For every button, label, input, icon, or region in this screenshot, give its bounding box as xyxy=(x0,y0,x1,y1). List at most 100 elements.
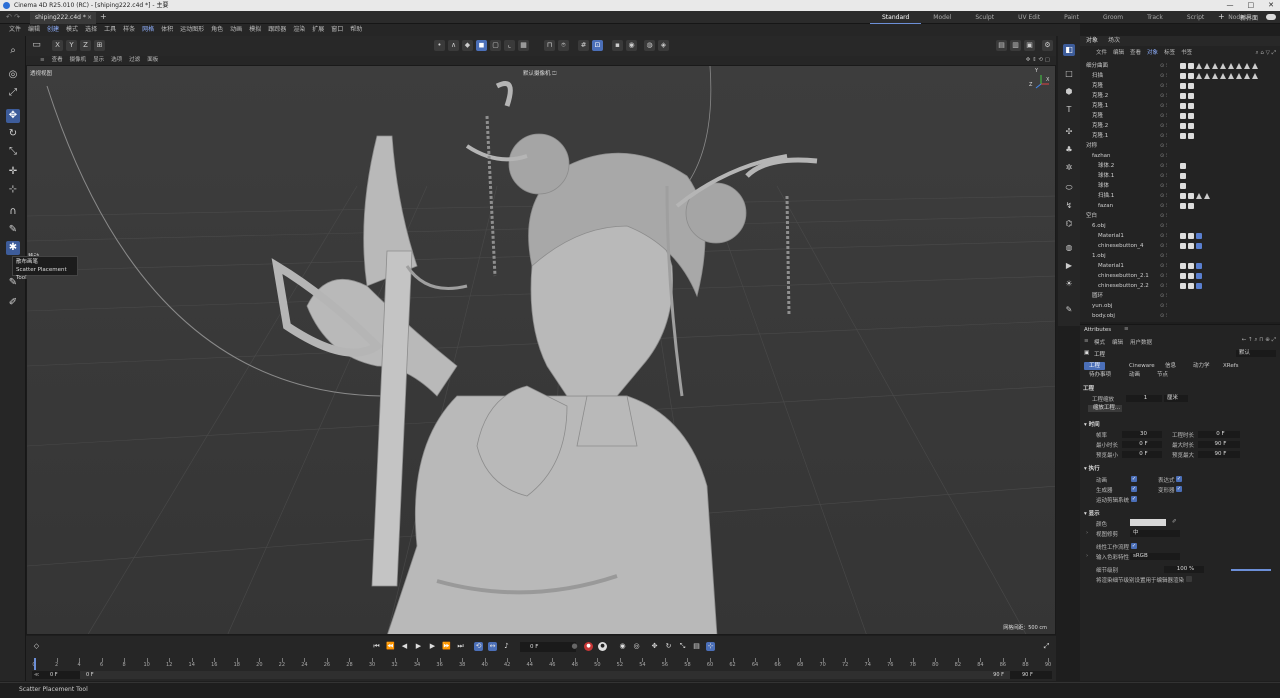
attr-menu-userdata[interactable]: 用户数据 xyxy=(1130,338,1152,346)
object-row[interactable]: chinesebutton_2.1 ⊙ ⁝ xyxy=(1080,271,1280,281)
tag-icon[interactable] xyxy=(1180,93,1186,99)
snap-icon[interactable]: ⌾ xyxy=(558,40,569,51)
mograph-cloner-icon[interactable]: ♣ xyxy=(1063,144,1075,156)
tag-icon[interactable] xyxy=(1196,233,1202,239)
rotation-key-icon[interactable]: ↻ xyxy=(664,642,673,651)
section-execution[interactable]: ▾ 执行 xyxy=(1084,464,1100,472)
visibility-dots-icon[interactable]: ⊙ ⁝ xyxy=(1160,221,1167,231)
tag-icon[interactable] xyxy=(1180,103,1186,109)
uv-mode-icon[interactable]: ⌞ xyxy=(504,40,515,51)
detail-level-slider[interactable] xyxy=(1231,569,1271,571)
visibility-dots-icon[interactable]: ⊙ ⁝ xyxy=(1160,61,1167,71)
tag-icon[interactable] xyxy=(1188,73,1194,79)
visibility-dots-icon[interactable]: ⊙ ⁝ xyxy=(1160,191,1167,201)
object-row[interactable]: 圆环 ⊙ ⁝ xyxy=(1080,291,1280,301)
attr-tab-dynamics[interactable]: 动力学 xyxy=(1188,362,1215,370)
brush-tool-icon[interactable]: ✎ xyxy=(6,223,20,237)
tab-objects[interactable]: 对象 xyxy=(1086,36,1098,46)
next-frame-icon[interactable]: ▶ xyxy=(428,642,437,651)
object-row[interactable]: yun.obj ⊙ ⁝ xyxy=(1080,301,1280,311)
menu-window[interactable]: 窗口 xyxy=(331,24,343,36)
viewport-menu-options[interactable]: 选项 xyxy=(111,56,122,65)
search-icon[interactable]: ⌕ xyxy=(6,44,20,58)
tag-icon[interactable] xyxy=(1188,83,1194,89)
layout-tab-script[interactable]: Script xyxy=(1175,11,1216,24)
visibility-dots-icon[interactable]: ⊙ ⁝ xyxy=(1160,161,1167,171)
axis-z-toggle[interactable]: Z xyxy=(80,40,91,51)
timeline-ruler[interactable]: 0246810121416182022242628303234363840424… xyxy=(32,658,1052,670)
render-picture-icon[interactable]: ▤ xyxy=(996,40,1007,51)
keyframe-diamond-icon[interactable]: ◇ xyxy=(32,642,41,651)
object-row[interactable]: body.obj ⊙ ⁝ xyxy=(1080,311,1280,319)
tag-icon[interactable] xyxy=(1180,243,1186,249)
animation-checkbox[interactable]: ✓ xyxy=(1131,476,1137,482)
project-length-field[interactable]: 0 F xyxy=(1198,431,1240,438)
visibility-dots-icon[interactable]: ⊙ ⁝ xyxy=(1160,171,1167,181)
keyframe-settings-icon[interactable]: ◎ xyxy=(632,642,641,651)
param-key-icon[interactable]: ▤ xyxy=(692,642,701,651)
tag-icon[interactable] xyxy=(1180,83,1186,89)
object-row[interactable]: Material1 ⊙ ⁝ xyxy=(1080,261,1280,271)
visibility-dots-icon[interactable]: ⊙ ⁝ xyxy=(1160,101,1167,111)
attr-tab-todo[interactable]: 待办事项 xyxy=(1084,371,1116,379)
goto-end-icon[interactable]: ⏭ xyxy=(456,642,465,651)
object-row[interactable]: 空白 ⊙ ⁝ xyxy=(1080,211,1280,221)
visibility-dots-icon[interactable]: ⊙ ⁝ xyxy=(1160,121,1167,131)
visibility-dots-icon[interactable]: ⊙ ⁝ xyxy=(1160,181,1167,191)
attr-preset-dropdown[interactable]: 默认 xyxy=(1236,350,1276,357)
tag-icon[interactable] xyxy=(1180,123,1186,129)
transform-tool-icon[interactable]: ✛ xyxy=(6,165,20,179)
tag-icon[interactable] xyxy=(1188,93,1194,99)
object-row[interactable]: 克隆 ⊙ ⁝ xyxy=(1080,111,1280,121)
object-row[interactable]: fazhan ⊙ ⁝ xyxy=(1080,151,1280,161)
attributes-menu-icon[interactable]: ≡ xyxy=(1124,326,1129,332)
tag-triangle-icon[interactable] xyxy=(1220,63,1226,69)
visibility-dots-icon[interactable]: ⊙ ⁝ xyxy=(1160,141,1167,151)
eyedropper-icon[interactable]: ✐ xyxy=(1172,519,1177,525)
tag-triangle-icon[interactable] xyxy=(1236,63,1242,69)
point-level-anim-icon[interactable]: ⊹ xyxy=(706,642,715,651)
quantize-icon[interactable]: ⊡ xyxy=(592,40,603,51)
camera-label[interactable]: 默认摄像机 ⏍ xyxy=(523,69,556,78)
tag-triangle-icon[interactable] xyxy=(1196,63,1202,69)
preview-range-icon[interactable]: ↔ xyxy=(488,642,497,651)
generator-icon[interactable]: ✣ xyxy=(1063,126,1075,138)
tag-icon[interactable] xyxy=(1196,273,1202,279)
minimize-button[interactable]: — xyxy=(1227,0,1234,11)
layout-tab-sculpt[interactable]: Sculpt xyxy=(963,11,1006,24)
object-row[interactable]: 1.obj ⊙ ⁝ xyxy=(1080,251,1280,261)
visibility-dots-icon[interactable]: ⊙ ⁝ xyxy=(1160,71,1167,81)
object-row[interactable]: 球体.1 ⊙ ⁝ xyxy=(1080,171,1280,181)
attr-tab-xrefs[interactable]: XRefs xyxy=(1218,362,1244,370)
tag-icon[interactable] xyxy=(1188,63,1194,69)
play-icon[interactable]: ▶ xyxy=(414,642,423,651)
layout-tab-model[interactable]: Model xyxy=(921,11,963,24)
tag-icon[interactable] xyxy=(1188,123,1194,129)
tag-icon[interactable] xyxy=(1180,63,1186,69)
menu-help[interactable]: 帮助 xyxy=(350,24,362,36)
scale-key-icon[interactable]: ⤡ xyxy=(678,642,687,651)
scatter-placement-icon[interactable]: ✱ xyxy=(6,241,20,255)
expression-checkbox[interactable]: ✓ xyxy=(1176,476,1182,482)
attr-menu-mode[interactable]: 模式 xyxy=(1094,338,1105,346)
tag-icon[interactable] xyxy=(1180,203,1186,209)
pen-icon[interactable]: ✎ xyxy=(1063,304,1075,316)
menu-edit[interactable]: 编辑 xyxy=(28,24,40,36)
menu-create[interactable]: 创建 xyxy=(47,24,59,36)
current-frame-field[interactable]: 0 F xyxy=(520,642,576,652)
attr-tab-cineware[interactable]: Cineware xyxy=(1124,362,1160,370)
attr-tab-nodes[interactable]: 节点 xyxy=(1152,371,1173,379)
solo-icon[interactable]: ▪ xyxy=(612,40,623,51)
obj-search-icons[interactable]: ⌕ ⌂ ▽ ⤢ xyxy=(1256,48,1276,58)
loop-icon[interactable]: ⟲ xyxy=(474,642,483,651)
min-length-field[interactable]: 0 F xyxy=(1122,441,1162,448)
grid-snap-icon[interactable]: # xyxy=(578,40,589,51)
playhead[interactable] xyxy=(34,658,36,670)
auto-key-icon[interactable]: ● xyxy=(598,642,607,651)
attr-tab-project[interactable]: 工程 xyxy=(1084,362,1106,370)
menu-spline[interactable]: 样条 xyxy=(123,24,135,36)
menu-animate[interactable]: 动画 xyxy=(230,24,242,36)
render-viewer-icon[interactable]: ▣ xyxy=(1024,40,1035,51)
object-mode-icon[interactable]: ▢ xyxy=(490,40,501,51)
maximize-button[interactable]: □ xyxy=(1248,0,1255,11)
